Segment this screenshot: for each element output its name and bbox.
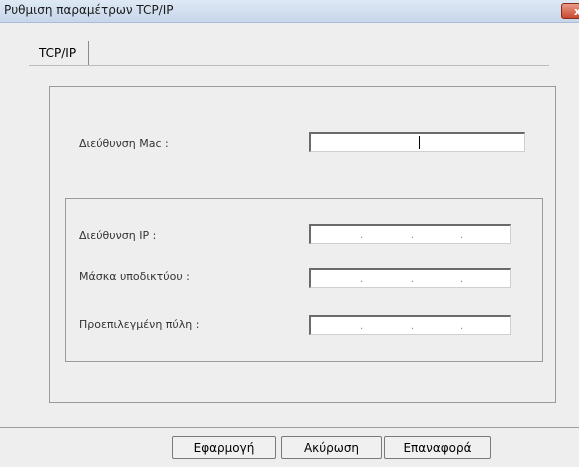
reset-button[interactable]: Επαναφορά [384, 436, 491, 459]
default-gateway-label: Προεπιλεγμένη πύλη : [79, 318, 200, 331]
tab-divider [29, 65, 549, 66]
cancel-button[interactable]: Ακύρωση [281, 436, 382, 459]
close-button[interactable]: x [561, 3, 579, 19]
tab-label: TCP/IP [39, 46, 77, 60]
subnet-mask-field[interactable]: . . . [309, 268, 511, 288]
ip-separator-dot: . [411, 321, 415, 332]
subnet-mask-label: Μάσκα υποδικτύου : [79, 270, 190, 283]
mac-address-label: Διεύθυνση Mac : [79, 137, 169, 150]
button-bar-separator [0, 427, 579, 428]
close-icon: x [574, 5, 579, 18]
ip-separator-dot: . [360, 321, 364, 332]
title-bar[interactable]: Ρυθμιση παραμέτρων TCP/IP x [0, 0, 579, 23]
ip-separator-dot: . [460, 230, 464, 241]
ip-separator-dot: . [460, 321, 464, 332]
tab-tcpip[interactable]: TCP/IP [29, 41, 90, 65]
ip-address-label: Διεύθυνση IP : [79, 229, 157, 242]
mac-address-field[interactable] [309, 132, 525, 152]
ip-separator-dot: . [360, 230, 364, 241]
ip-separator-dot: . [411, 230, 415, 241]
ip-address-field[interactable]: . . . [309, 224, 511, 244]
text-caret [419, 136, 420, 149]
ip-separator-dot: . [411, 274, 415, 285]
default-gateway-field[interactable]: . . . [309, 315, 511, 335]
ip-separator-dot: . [360, 274, 364, 285]
apply-button[interactable]: Εφαρμογή [172, 436, 276, 459]
ip-separator-dot: . [460, 274, 464, 285]
tcpip-settings-dialog: Ρυθμιση παραμέτρων TCP/IP x TCP/IP Διεύθ… [0, 0, 579, 467]
window-title: Ρυθμιση παραμέτρων TCP/IP [4, 3, 174, 17]
